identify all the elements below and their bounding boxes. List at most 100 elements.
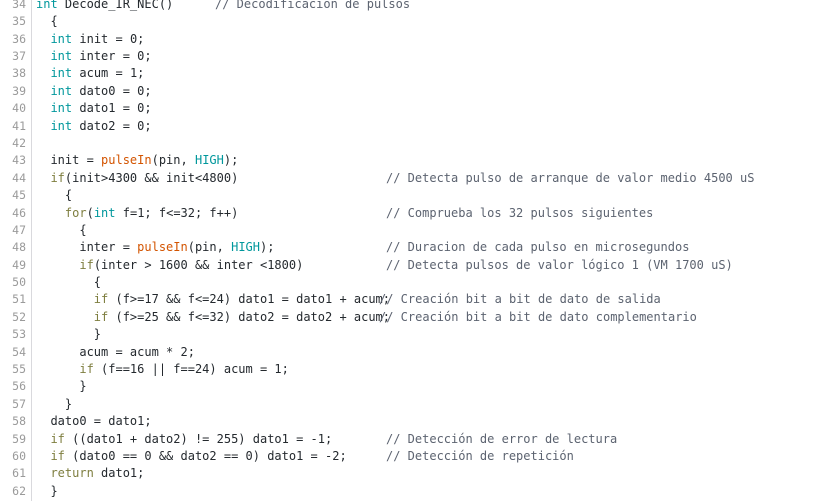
line-number[interactable]: 36 [0,31,26,48]
line-text[interactable]: } [36,396,72,413]
line-text[interactable]: if (dato0 == 0 && dato2 == 0) dato1 = -2… [36,448,347,465]
code-line[interactable]: 37 int inter = 0; [0,48,814,65]
line-text[interactable]: int init = 0; [36,31,144,48]
line-number[interactable]: 62 [0,483,26,500]
line-text[interactable]: { [36,187,72,204]
line-text[interactable]: int inter = 0; [36,48,151,65]
line-text[interactable]: int dato1 = 0; [36,100,151,117]
line-number[interactable]: 40 [0,100,26,117]
code-line[interactable]: 46 for(int f=1; f<=32; f++) // Comprueba … [0,205,814,222]
line-text[interactable]: int Decode_IR_NEC() [36,0,173,13]
code-line[interactable]: 43 init = pulseIn(pin, HIGH); [0,152,814,169]
line-text[interactable]: if(inter > 1600 && inter <1800) [36,257,303,274]
code-editor-pane[interactable]: 34 int Decode_IR_NEC() // Decodificación d… [0,0,814,501]
line-text[interactable]: return dato1; [36,465,144,482]
line-number[interactable]: 54 [0,344,26,361]
code-token: dato2 = 0; [72,118,152,133]
code-line[interactable]: 50 { [0,274,814,291]
code-line[interactable]: 59 if ((dato1 + dato2) != 255) dato1 = -… [0,431,814,448]
line-number[interactable]: 50 [0,274,26,291]
line-number[interactable]: 56 [0,378,26,395]
code-line[interactable]: 41 int dato2 = 0; [0,118,814,135]
code-line[interactable]: 61 return dato1; [0,465,814,482]
code-line[interactable]: 42 [0,135,814,152]
line-number[interactable]: 48 [0,239,26,256]
line-number[interactable]: 39 [0,83,26,100]
line-number[interactable]: 60 [0,448,26,465]
line-number[interactable]: 35 [0,13,26,30]
line-text[interactable]: acum = acum * 2; [36,344,195,361]
code-line[interactable]: 53 } [0,326,814,343]
code-line[interactable]: 45 { [0,187,814,204]
line-number[interactable]: 61 [0,465,26,482]
line-number[interactable]: 37 [0,48,26,65]
line-text[interactable]: } [36,483,57,500]
line-number[interactable]: 42 [0,135,26,152]
code-line[interactable]: 47 { [0,222,814,239]
code-line[interactable]: 49 if(inter > 1600 && inter <1800) // Det… [0,257,814,274]
code-line[interactable]: 44 if(init>4300 && init<4800) // Detecta … [0,170,814,187]
code-line[interactable]: 38 int acum = 1; [0,65,814,82]
line-number[interactable]: 57 [0,396,26,413]
line-text[interactable]: if(init>4300 && init<4800) [36,170,238,187]
code-token: if [93,292,109,307]
code-line[interactable]: 40 int dato1 = 0; [0,100,814,117]
code-line[interactable]: 48 inter = pulseIn(pin, HIGH); // Duracio… [0,239,814,256]
code-token: inter = [36,240,138,255]
code-line[interactable]: 36 int init = 0; [0,31,814,48]
line-number[interactable]: 59 [0,431,26,448]
code-token: int [50,31,73,46]
line-number[interactable]: 44 [0,170,26,187]
code-line[interactable]: 34 int Decode_IR_NEC() // Decodificación d… [0,0,814,13]
code-line[interactable]: 58 dato0 = dato1; [0,413,814,430]
code-line[interactable]: 62 } [0,483,814,500]
code-line[interactable]: 55 if (f==16 || f==24) acum = 1; [0,361,814,378]
code-token: { [36,188,73,203]
line-number[interactable]: 52 [0,309,26,326]
line-text[interactable]: dato0 = dato1; [36,413,151,430]
code-line[interactable]: 60 if (dato0 == 0 && dato2 == 0) dato1 =… [0,448,814,465]
line-number[interactable]: 45 [0,187,26,204]
code-line[interactable]: 52 if (f>=25 && f<=32) dato2 = dato2 + a… [0,309,814,326]
line-number[interactable]: 34 [0,0,26,13]
line-text[interactable]: { [36,222,86,239]
line-number[interactable]: 41 [0,118,26,135]
code-line[interactable]: 57 } [0,396,814,413]
line-number[interactable]: 51 [0,291,26,308]
line-text[interactable]: if ((dato1 + dato2) != 255) dato1 = -1; [36,431,332,448]
code-token: ((dato1 + dato2) != 255) dato1 = -1; [64,431,333,446]
line-text[interactable]: int dato2 = 0; [36,118,152,135]
line-number[interactable]: 46 [0,205,26,222]
line-text[interactable]: } [36,378,86,395]
line-text[interactable]: init = pulseIn(pin, HIGH); [36,152,238,169]
code-line[interactable]: 56 } [0,378,814,395]
code-line[interactable]: 39 int dato0 = 0; [0,83,814,100]
line-text[interactable]: if (f>=17 && f<=24) dato1 = dato1 + acum… [36,291,390,308]
code-line[interactable]: 51 if (f>=17 && f<=24) dato1 = dato1 + a… [0,291,814,308]
line-text[interactable]: } [36,326,101,343]
line-text[interactable]: int dato0 = 0; [36,83,151,100]
line-number[interactable]: 47 [0,222,26,239]
line-number[interactable]: 49 [0,257,26,274]
line-text[interactable]: if (f==16 || f==24) acum = 1; [36,361,289,378]
line-text[interactable]: { [36,13,57,30]
code-token: (f>=17 && f<=24) dato1 = dato1 + acum; [108,292,391,307]
code-lines-container[interactable]: 34 int Decode_IR_NEC() // Decodificación d… [0,0,814,500]
line-number[interactable]: 55 [0,361,26,378]
line-number[interactable]: 58 [0,413,26,430]
code-line[interactable]: 35 { [0,13,814,30]
line-text[interactable]: if (f>=25 && f<=32) dato2 = dato2 + acum… [36,309,390,326]
line-text[interactable]: inter = pulseIn(pin, HIGH); [36,239,274,256]
line-text[interactable]: int acum = 1; [36,65,144,82]
code-token: HIGH [231,240,260,255]
line-text[interactable]: for(int f=1; f<=32; f++) [36,205,238,222]
code-token: (dato0 == 0 && dato2 == 0) dato1 = -2; [64,448,347,463]
line-number[interactable]: 53 [0,326,26,343]
line-number[interactable]: 38 [0,65,26,82]
line-text[interactable]: { [36,274,101,291]
code-line[interactable]: 54 acum = acum * 2; [0,344,814,361]
code-token: for [64,205,87,220]
line-number[interactable]: 43 [0,152,26,169]
